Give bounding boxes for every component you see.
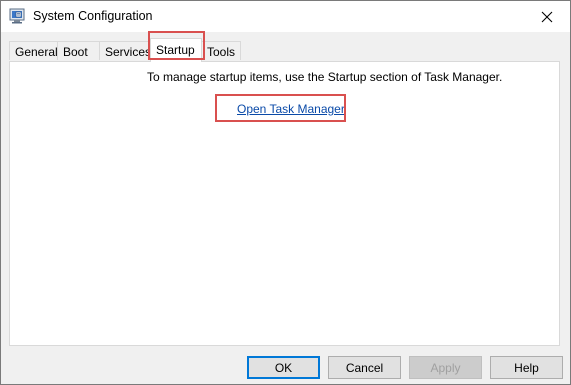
- window-title: System Configuration: [33, 9, 153, 23]
- system-configuration-window: System Configuration General Boot Servic…: [0, 0, 571, 385]
- tab-label: Tools: [207, 45, 236, 59]
- help-button[interactable]: Help: [490, 356, 563, 379]
- tab-label: Boot: [63, 45, 88, 59]
- msconfig-app-icon: [9, 8, 25, 24]
- tab-tools[interactable]: Tools: [201, 41, 241, 60]
- cancel-button[interactable]: Cancel: [328, 356, 401, 379]
- ok-button-label: OK: [274, 360, 293, 375]
- tab-services[interactable]: Services: [99, 41, 151, 60]
- ok-button[interactable]: OK: [247, 356, 320, 379]
- tab-label: Startup: [156, 43, 195, 57]
- apply-button-label: Apply: [430, 360, 461, 375]
- close-icon: [541, 11, 553, 22]
- open-task-manager-link[interactable]: Open Task Manager: [237, 102, 345, 116]
- tab-general[interactable]: General: [9, 41, 58, 60]
- tab-startup[interactable]: Startup: [150, 38, 202, 62]
- tab-label: Services: [105, 45, 152, 59]
- apply-button[interactable]: Apply: [409, 356, 482, 379]
- cancel-button-label: Cancel: [345, 360, 384, 375]
- tab-boot[interactable]: Boot: [57, 41, 100, 60]
- close-button[interactable]: [524, 1, 570, 32]
- title-bar: System Configuration: [1, 1, 570, 32]
- tab-label: General: [15, 45, 58, 59]
- help-button-label: Help: [514, 360, 539, 375]
- startup-panel: To manage startup items, use the Startup…: [9, 61, 560, 346]
- startup-info-text: To manage startup items, use the Startup…: [147, 70, 503, 84]
